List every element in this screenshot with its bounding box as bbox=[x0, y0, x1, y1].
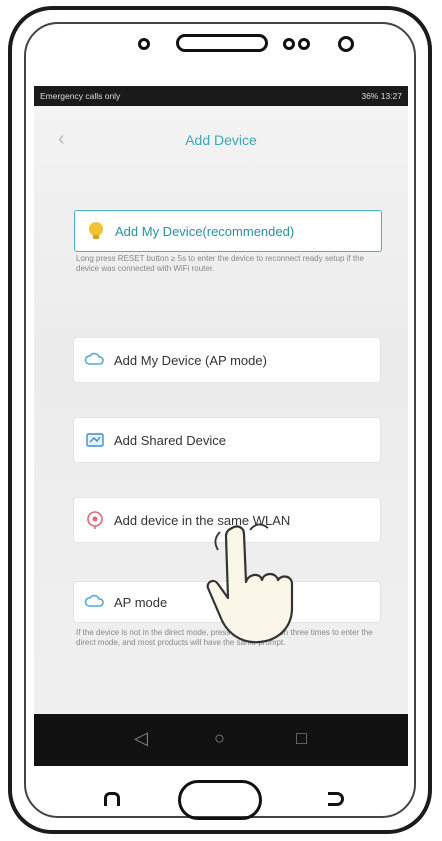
status-indicators: 36% 13:27 bbox=[361, 91, 402, 101]
hardware-home-button[interactable] bbox=[178, 780, 262, 820]
lightbulb-icon bbox=[89, 222, 103, 239]
option-label: AP mode bbox=[114, 594, 168, 610]
sensor-dot-icon bbox=[298, 38, 310, 50]
add-my-device-ap-mode-button[interactable]: Add My Device (AP mode) bbox=[74, 338, 380, 382]
hardware-back-key-icon[interactable] bbox=[104, 792, 120, 806]
android-nav-bar: ◁ ○ □ bbox=[34, 714, 408, 766]
add-my-device-recommended-button[interactable]: Add My Device(recommended) bbox=[74, 210, 382, 252]
front-sensor-icon bbox=[138, 38, 150, 50]
sensor-dot-icon bbox=[283, 38, 295, 50]
recommended-description: Long press RESET button ≥ 5s to enter th… bbox=[76, 254, 364, 273]
cloud-icon bbox=[84, 352, 104, 365]
status-bar: Emergency calls only 36% 13:27 bbox=[34, 86, 408, 106]
front-camera-icon bbox=[338, 36, 354, 52]
earpiece-speaker bbox=[176, 34, 268, 52]
nav-home-icon[interactable]: ○ bbox=[214, 728, 225, 749]
add-shared-device-button[interactable]: Add Shared Device bbox=[74, 418, 380, 462]
wlan-icon bbox=[87, 511, 103, 529]
hand-pointer-icon bbox=[206, 523, 294, 644]
status-carrier: Emergency calls only bbox=[40, 91, 121, 101]
ap-cloud-icon bbox=[84, 594, 104, 607]
nav-back-icon[interactable]: ◁ bbox=[134, 728, 148, 749]
option-label: Add My Device (AP mode) bbox=[114, 352, 267, 368]
option-label: Add Shared Device bbox=[114, 432, 227, 448]
page-title: Add Device bbox=[185, 132, 257, 148]
option-label: Add My Device(recommended) bbox=[115, 223, 295, 239]
phone-screen: Emergency calls only 36% 13:27 ‹ Add Dev… bbox=[34, 86, 408, 766]
hardware-recents-key-icon[interactable] bbox=[328, 792, 344, 806]
nav-recents-icon[interactable]: □ bbox=[296, 728, 307, 749]
share-icon bbox=[86, 433, 104, 447]
